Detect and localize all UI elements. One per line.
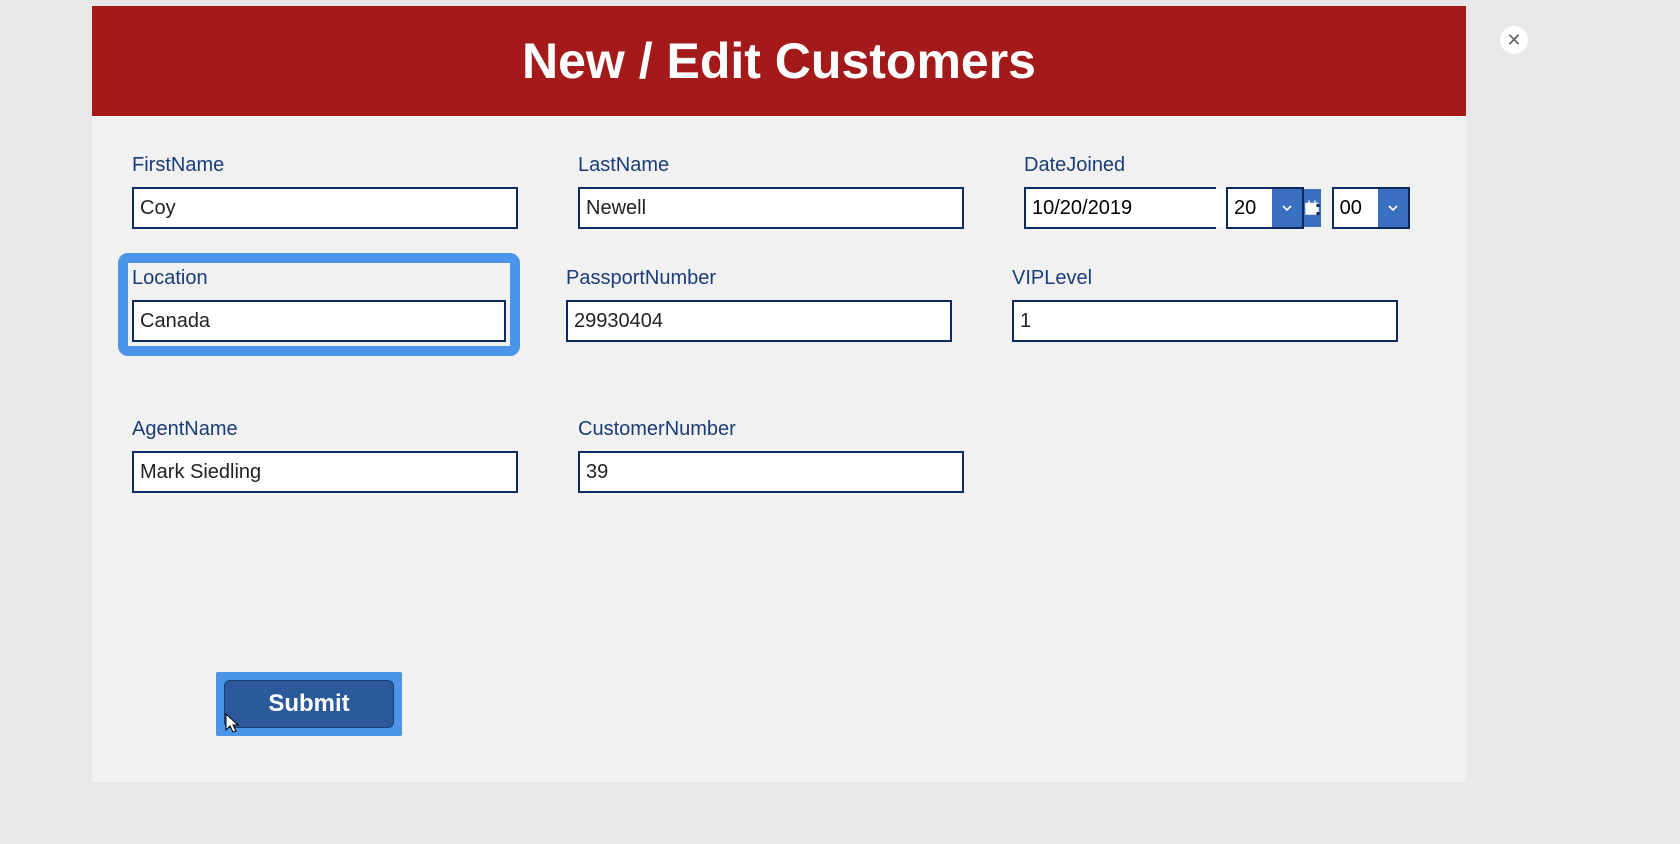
form-row-2: Location PassportNumber VIPLevel xyxy=(132,267,1426,380)
hour-select[interactable]: 20 xyxy=(1226,187,1304,229)
viplevel-group: VIPLevel xyxy=(1012,267,1398,380)
form-row-3: AgentName CustomerNumber xyxy=(132,418,1426,493)
customernumber-label: CustomerNumber xyxy=(578,418,964,441)
agentname-label: AgentName xyxy=(132,418,518,441)
hour-value: 20 xyxy=(1228,189,1272,227)
date-controls: 20 : 00 xyxy=(1024,187,1410,229)
customernumber-input[interactable] xyxy=(578,451,964,493)
lastname-group: LastName xyxy=(578,154,964,229)
location-group: Location xyxy=(126,261,512,348)
viplevel-label: VIPLevel xyxy=(1012,267,1398,290)
datejoined-group: DateJoined 20 : xyxy=(1024,154,1410,229)
viplevel-input[interactable] xyxy=(1012,300,1398,342)
firstname-group: FirstName xyxy=(132,154,518,229)
firstname-input[interactable] xyxy=(132,187,518,229)
passport-input[interactable] xyxy=(566,300,952,342)
chevron-down-icon xyxy=(1279,200,1295,216)
passport-label: PassportNumber xyxy=(566,267,952,290)
customernumber-group: CustomerNumber xyxy=(578,418,964,493)
firstname-label: FirstName xyxy=(132,154,518,177)
lastname-input[interactable] xyxy=(578,187,964,229)
time-separator: : xyxy=(1314,195,1321,221)
customer-modal: New / Edit Customers ✕ FirstName LastNam… xyxy=(92,6,1466,782)
submit-highlight: Submit xyxy=(216,672,402,736)
passport-group: PassportNumber xyxy=(566,267,952,380)
close-icon: ✕ xyxy=(1506,30,1521,51)
agentname-input[interactable] xyxy=(132,451,518,493)
hour-dropdown-button[interactable] xyxy=(1272,189,1302,227)
date-input-wrap xyxy=(1024,187,1216,229)
chevron-down-icon xyxy=(1385,200,1401,216)
modal-header: New / Edit Customers xyxy=(92,6,1466,116)
minute-dropdown-button[interactable] xyxy=(1378,189,1408,227)
location-label: Location xyxy=(132,267,506,290)
submit-button[interactable]: Submit xyxy=(224,680,394,728)
form-body: FirstName LastName DateJoined xyxy=(92,116,1466,551)
location-input[interactable] xyxy=(132,300,506,342)
agentname-group: AgentName xyxy=(132,418,518,493)
datejoined-label: DateJoined xyxy=(1024,154,1410,177)
modal-title: New / Edit Customers xyxy=(522,32,1036,90)
lastname-label: LastName xyxy=(578,154,964,177)
form-row-1: FirstName LastName DateJoined xyxy=(132,154,1426,229)
minute-value: 00 xyxy=(1334,189,1378,227)
close-button[interactable]: ✕ xyxy=(1500,26,1528,54)
minute-select[interactable]: 00 xyxy=(1332,187,1410,229)
